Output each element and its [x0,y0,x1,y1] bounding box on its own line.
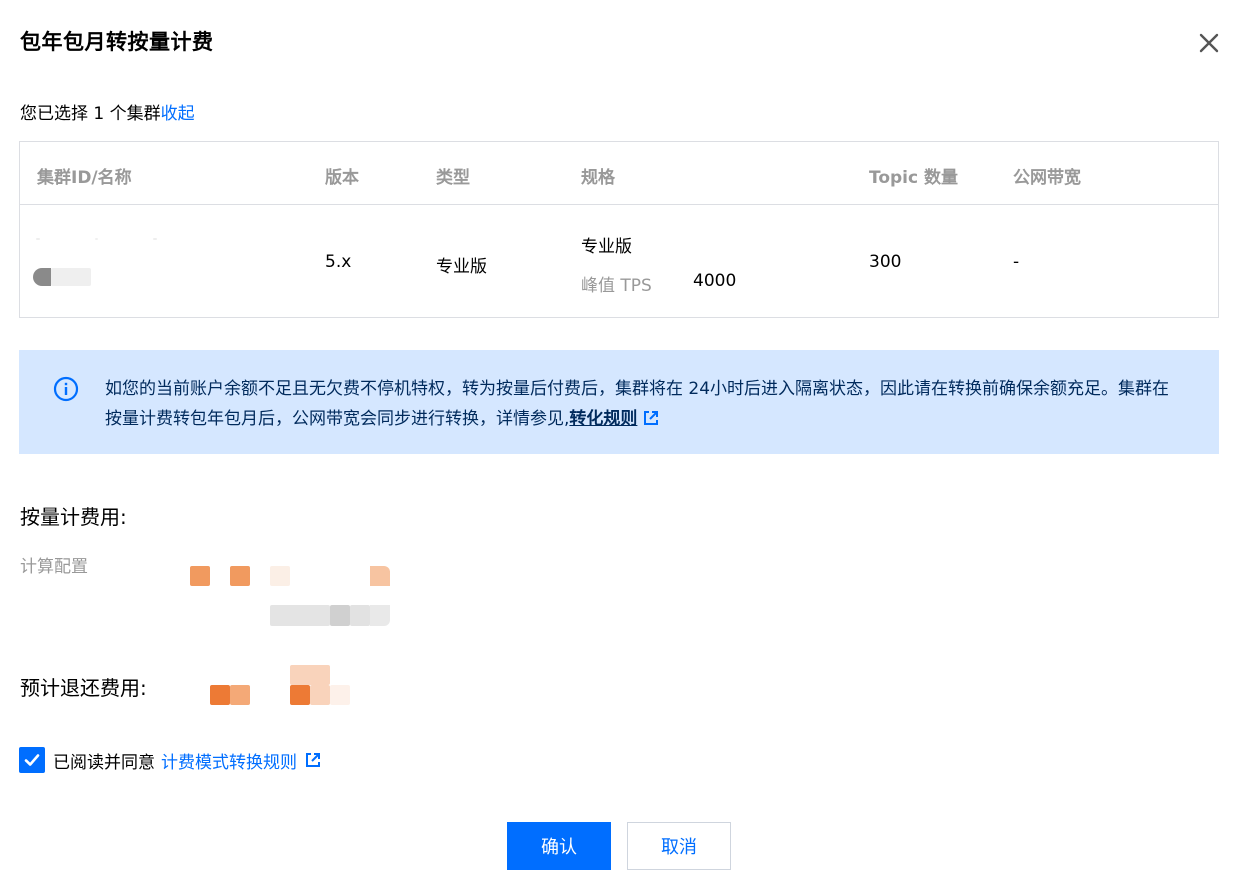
header-bandwidth: 公网带宽 [1013,168,1081,188]
redacted-refund-value [290,685,310,705]
agree-text: 已阅读并同意 [53,752,155,773]
selection-summary: 您已选择 1 个集群收起 [20,99,195,124]
convert-billing-dialog: 包年包月转按量计费 您已选择 1 个集群收起 集群ID/名称 版本 类型 规格 … [0,0,1240,888]
agree-checkbox[interactable] [19,747,45,773]
redacted-compute-value [370,566,390,586]
redacted-compute-value [270,566,290,586]
agreement-row: 已阅读并同意 计费模式转换规则 [19,747,321,773]
redacted-compute-detail [350,605,370,626]
redacted-refund-value [310,685,330,705]
selection-count-text: 您已选择 1 个集群 [20,104,161,124]
external-link-icon[interactable] [305,752,321,768]
redacted-compute-value [230,566,250,586]
header-topics: Topic 数量 [869,168,959,188]
confirm-button[interactable]: 确认 [507,822,611,870]
redacted-compute-detail [270,605,330,626]
header-cluster: 集群ID/名称 [37,168,132,188]
redacted-cluster-id [153,238,157,240]
collapse-link[interactable]: 收起 [161,104,195,124]
redacted-cluster-id [95,238,98,240]
header-spec: 规格 [581,168,615,188]
payg-cost-label: 按量计费用: [20,505,127,529]
balance-notice: 如您的当前账户余额不足且无欠费不停机特权，转为按量后付费后，集群将在 24小时后… [19,350,1219,454]
header-version: 版本 [325,168,359,188]
redacted-refund-value [290,665,330,685]
header-type: 类型 [436,168,470,188]
conversion-rules-link[interactable]: 转化规则 [569,409,637,429]
cell-spec-tps-value: 4000 [693,271,737,291]
redacted-cluster-name [51,268,91,286]
compute-config-label: 计算配置 [20,557,88,577]
dialog-title: 包年包月转按量计费 [20,30,214,54]
redacted-compute-value [190,566,210,586]
notice-text: 如您的当前账户余额不足且无欠费不停机特权，转为按量后付费后，集群将在 24小时后… [105,374,1185,434]
redacted-refund-value [230,685,250,705]
redacted-cluster-name [33,268,51,286]
close-icon [1199,33,1219,53]
cluster-table: 集群ID/名称 版本 类型 规格 Topic 数量 公网带宽 5.x 专业版 专… [19,141,1219,318]
info-icon [53,376,79,402]
redacted-refund-value [330,685,350,705]
cell-bandwidth: - [1013,252,1020,272]
cell-version: 5.x [325,252,352,272]
cancel-button[interactable]: 取消 [627,822,731,870]
external-link-icon[interactable] [643,410,659,426]
cell-topics: 300 [869,252,902,272]
checkmark-icon [24,754,40,766]
cell-spec-name: 专业版 [581,237,632,257]
cell-spec-tps-label: 峰值 TPS [581,276,652,296]
table-header: 集群ID/名称 版本 类型 规格 Topic 数量 公网带宽 [20,142,1218,205]
billing-rules-link[interactable]: 计费模式转换规则 [161,748,297,773]
cell-type: 专业版 [436,257,487,277]
redacted-compute-detail [330,605,350,626]
redacted-compute-detail [370,605,390,626]
redacted-cluster-id [36,238,40,240]
refund-cost-label: 预计退还费用: [20,676,147,700]
close-button[interactable] [1196,30,1222,56]
redacted-refund-value [210,685,230,705]
